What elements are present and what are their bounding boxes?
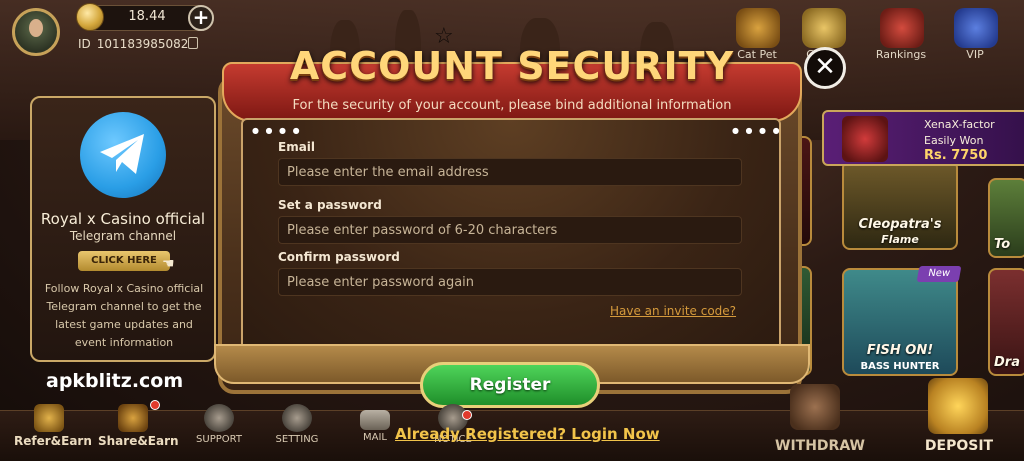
mail-icon — [360, 410, 390, 430]
game-subtitle: BASS HUNTER — [860, 361, 940, 372]
game-title: Dra — [994, 355, 1020, 370]
nav-share-earn-label: Share&Earn — [98, 434, 179, 448]
stage-lights: ● ● ● ● — [732, 126, 782, 135]
win-status: Easily Won — [924, 134, 984, 147]
nav-setting-label: SETTING — [275, 434, 319, 445]
modal-subtitle: For the security of your account, please… — [292, 98, 732, 113]
winner-name: XenaX-factor — [924, 118, 995, 131]
click-here-button[interactable]: CLICK HERE — [78, 251, 170, 271]
watermark: apkblitz.com — [46, 370, 184, 392]
win-toast: XenaX-factor Easily Won Rs. 7750 — [822, 110, 1024, 166]
game-subtitle: Flame — [881, 233, 919, 246]
nav-share-earn[interactable]: Share&Earn — [98, 404, 179, 448]
telegram-title: Royal x Casino official — [40, 210, 206, 228]
coin-icon — [76, 3, 104, 31]
hand-pointer-icon: ☚ — [162, 256, 175, 272]
modal-title: ACCOUNT SECURITY — [289, 44, 735, 88]
wallet-icon[interactable] — [790, 384, 840, 430]
telegram-icon — [80, 112, 166, 198]
password-label: Set a password — [278, 198, 382, 212]
game-tile[interactable]: Dra — [988, 268, 1024, 376]
nav-rankings-label: Rankings — [875, 48, 927, 61]
telegram-card[interactable]: Royal x Casino official Telegram channel… — [30, 96, 216, 362]
register-button[interactable]: Register — [420, 362, 600, 408]
game-tile[interactable]: To — [988, 178, 1024, 258]
login-link[interactable]: Already Registered? Login Now — [395, 425, 660, 443]
nav-refer-earn[interactable]: Refer&Earn — [14, 404, 92, 448]
grade-icon — [802, 8, 846, 48]
game-thumbnail — [842, 116, 888, 162]
game-tile-fish-on[interactable]: FISH ON! BASS HUNTER — [842, 268, 958, 376]
nav-setting[interactable]: SETTING — [262, 404, 332, 445]
gear-icon — [282, 404, 312, 432]
refer-earn-icon — [34, 404, 64, 432]
balance-value: 18.44 — [128, 9, 166, 24]
user-id-value: 101183985082 — [96, 37, 189, 51]
nav-support-label: SUPPORT — [196, 434, 242, 445]
game-title: Cleopatra's — [858, 217, 942, 232]
nav-support[interactable]: SUPPORT — [184, 404, 254, 445]
email-label: Email — [278, 140, 316, 154]
password-field[interactable] — [278, 216, 742, 244]
telegram-description: Follow Royal x Casino official Telegram … — [44, 282, 204, 349]
user-id: ID 101183985082 — [78, 37, 188, 51]
win-amount: Rs. 7750 — [924, 148, 988, 163]
notification-dot — [462, 410, 472, 420]
cat-pet-icon — [736, 8, 780, 48]
game-title: To — [994, 237, 1011, 252]
game-title: FISH ON! — [866, 343, 934, 358]
rankings-icon — [880, 8, 924, 48]
share-earn-icon — [118, 404, 148, 432]
nav-refer-earn-label: Refer&Earn — [14, 434, 92, 448]
add-balance-button[interactable]: + — [188, 5, 214, 31]
stage-lights: ● ● ● ● — [252, 126, 302, 135]
game-tile-cleopatra[interactable]: Cleopatra's Flame — [842, 160, 958, 250]
email-field[interactable] — [278, 158, 742, 186]
vip-icon — [954, 8, 998, 48]
user-id-label: ID — [78, 37, 91, 51]
telegram-subtitle: Telegram channel — [69, 229, 177, 243]
close-button[interactable]: ✕ — [804, 47, 846, 89]
invite-code-link[interactable]: Have an invite code? — [610, 304, 736, 318]
withdraw-button[interactable]: WITHDRAW — [770, 438, 870, 454]
copy-icon[interactable] — [188, 37, 198, 49]
deposit-button[interactable]: DEPOSIT — [904, 438, 1014, 454]
support-icon — [204, 404, 234, 432]
new-badge: New — [916, 266, 962, 282]
confirm-password-field[interactable] — [278, 268, 742, 296]
confirm-password-label: Confirm password — [278, 250, 400, 264]
notification-dot — [150, 400, 160, 410]
avatar[interactable] — [12, 8, 60, 56]
nav-vip-label: VIP — [966, 48, 984, 61]
treasure-chest-icon[interactable] — [928, 378, 988, 434]
